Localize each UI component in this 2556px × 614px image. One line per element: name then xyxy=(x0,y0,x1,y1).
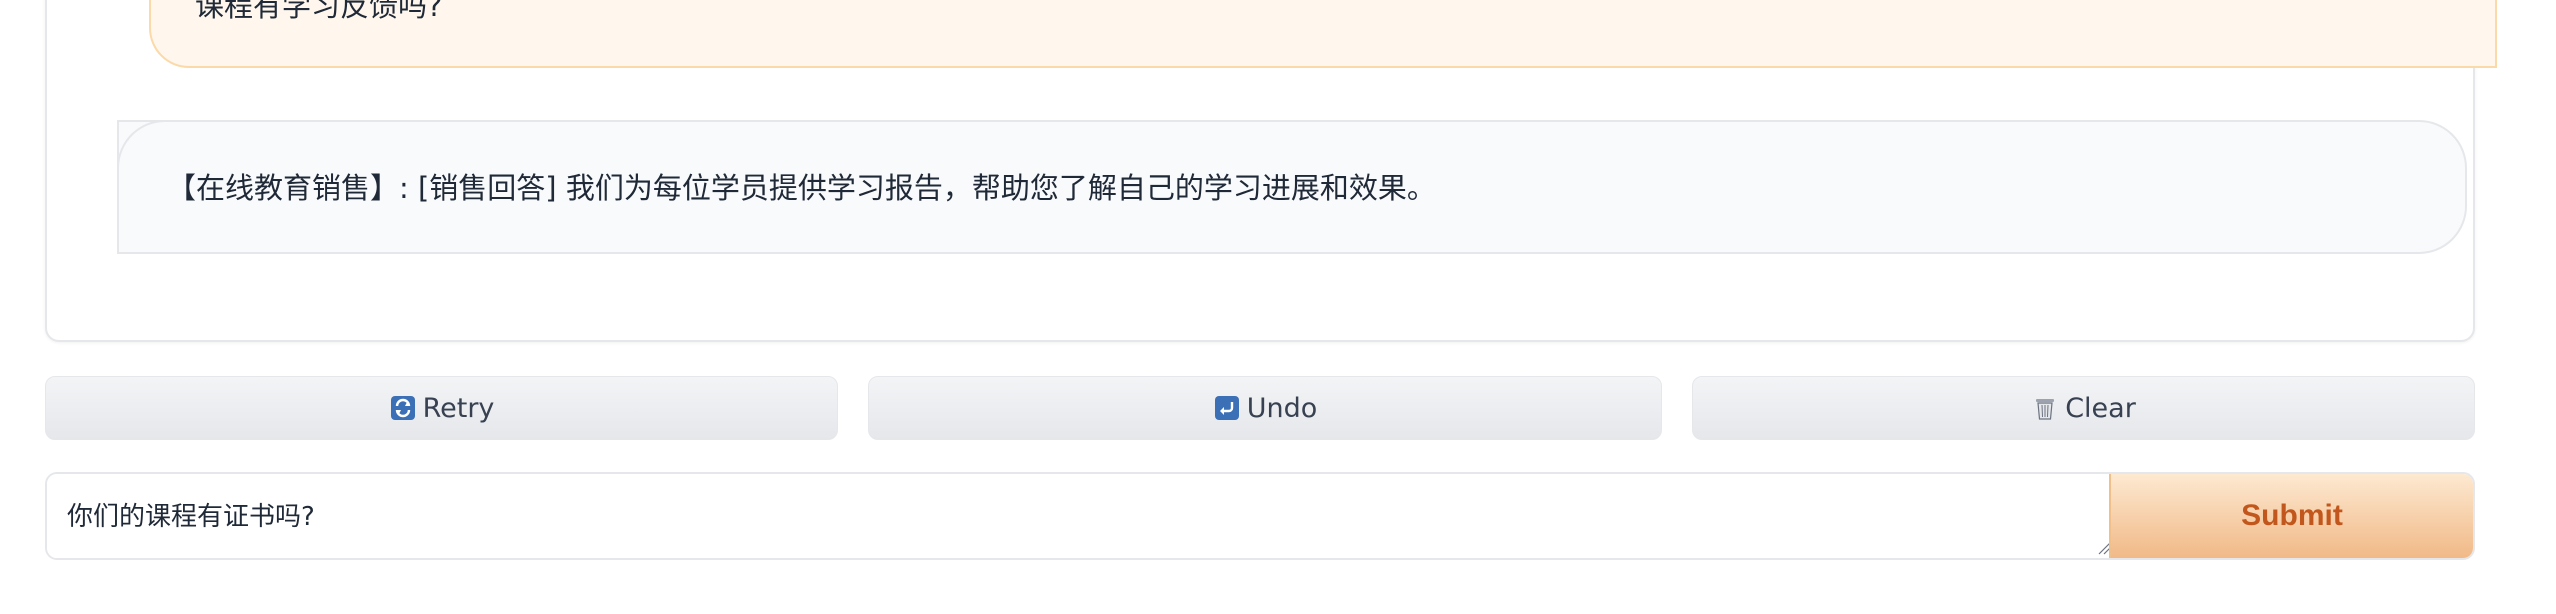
retry-label: Retry xyxy=(422,392,495,424)
undo-label: Undo xyxy=(1246,392,1318,424)
user-message-text: 课程有学习反馈吗? xyxy=(195,0,443,23)
message-input-row: 你们的课程有证书吗? Submit xyxy=(45,472,2475,560)
trash-icon xyxy=(2031,394,2059,422)
clear-label: Clear xyxy=(2065,392,2136,424)
undo-button[interactable]: Undo xyxy=(868,376,1662,440)
clear-button[interactable]: Clear xyxy=(1692,376,2475,440)
chatbot-panel: 课程有学习反馈吗? 【在线教育销售】: [销售回答] 我们为每位学员提供学习报告… xyxy=(45,0,2497,342)
user-message: 课程有学习反馈吗? xyxy=(149,0,2497,68)
chat-app: 课程有学习反馈吗? 【在线教育销售】: [销售回答] 我们为每位学员提供学习报告… xyxy=(0,0,2556,614)
bot-message-text: 【在线教育销售】: [销售回答] 我们为每位学员提供学习报告，帮助您了解自己的学… xyxy=(167,171,1436,205)
retry-button[interactable]: Retry xyxy=(45,376,838,440)
undo-icon xyxy=(1213,394,1241,422)
submit-button[interactable]: Submit xyxy=(2109,474,2473,558)
retry-icon xyxy=(389,394,417,422)
bot-message: 【在线教育销售】: [销售回答] 我们为每位学员提供学习报告，帮助您了解自己的学… xyxy=(117,120,2467,254)
message-input[interactable]: 你们的课程有证书吗? xyxy=(47,474,2112,558)
